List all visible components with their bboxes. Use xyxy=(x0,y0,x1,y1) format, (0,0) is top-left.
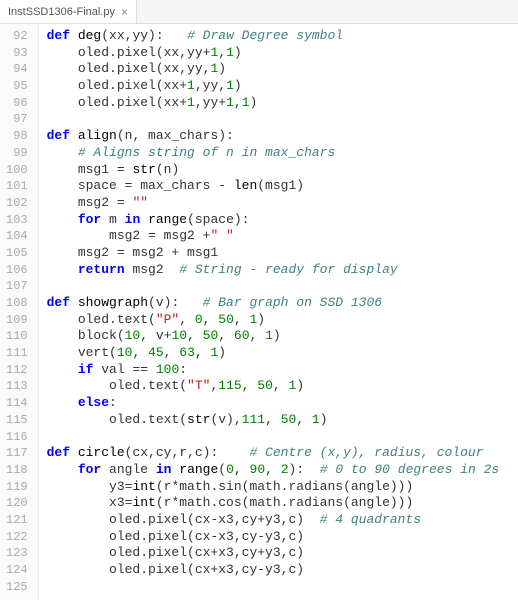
code-line[interactable]: for m in range(space): xyxy=(47,212,500,229)
line-number: 92 xyxy=(6,28,28,45)
line-number: 120 xyxy=(6,495,28,512)
line-number: 114 xyxy=(6,395,28,412)
line-number: 109 xyxy=(6,312,28,329)
line-number: 123 xyxy=(6,545,28,562)
code-line[interactable]: return msg2 # String - ready for display xyxy=(47,262,500,279)
line-number: 121 xyxy=(6,512,28,529)
code-line[interactable]: def showgraph(v): # Bar graph on SSD 130… xyxy=(47,295,500,312)
code-line[interactable]: for angle in range(0, 90, 2): # 0 to 90 … xyxy=(47,462,500,479)
code-line[interactable]: oled.pixel(xx,yy,1) xyxy=(47,61,500,78)
line-number: 117 xyxy=(6,445,28,462)
line-number: 104 xyxy=(6,228,28,245)
line-number: 111 xyxy=(6,345,28,362)
line-number: 115 xyxy=(6,412,28,429)
code-line[interactable] xyxy=(47,429,500,446)
code-line[interactable] xyxy=(47,579,500,596)
code-line[interactable]: def align(n, max_chars): xyxy=(47,128,500,145)
line-number: 99 xyxy=(6,145,28,162)
code-line[interactable]: # Aligns string of n in max_chars xyxy=(47,145,500,162)
line-number: 105 xyxy=(6,245,28,262)
line-number: 113 xyxy=(6,378,28,395)
line-number: 100 xyxy=(6,162,28,179)
line-number: 125 xyxy=(6,579,28,596)
code-line[interactable]: space = max_chars - len(msg1) xyxy=(47,178,500,195)
line-number: 118 xyxy=(6,462,28,479)
line-number-gutter: 9293949596979899100101102103104105106107… xyxy=(0,24,39,600)
line-number: 110 xyxy=(6,328,28,345)
code-line[interactable] xyxy=(47,111,500,128)
line-number: 93 xyxy=(6,45,28,62)
code-line[interactable]: oled.pixel(xx,yy+1,1) xyxy=(47,45,500,62)
line-number: 106 xyxy=(6,262,28,279)
code-line[interactable]: x3=int(r*math.cos(math.radians(angle))) xyxy=(47,495,500,512)
code-line[interactable]: oled.text(str(v),111, 50, 1) xyxy=(47,412,500,429)
code-line[interactable]: oled.pixel(cx+x3,cy-y3,c) xyxy=(47,562,500,579)
line-number: 96 xyxy=(6,95,28,112)
code-line[interactable]: y3=int(r*math.sin(math.radians(angle))) xyxy=(47,479,500,496)
code-line[interactable] xyxy=(47,278,500,295)
line-number: 103 xyxy=(6,212,28,229)
line-number: 124 xyxy=(6,562,28,579)
code-line[interactable]: msg2 = "" xyxy=(47,195,500,212)
line-number: 108 xyxy=(6,295,28,312)
code-line[interactable]: def circle(cx,cy,r,c): # Centre (x,y), r… xyxy=(47,445,500,462)
line-number: 119 xyxy=(6,479,28,496)
line-number: 101 xyxy=(6,178,28,195)
line-number: 112 xyxy=(6,362,28,379)
code-line[interactable]: if val == 100: xyxy=(47,362,500,379)
code-line[interactable]: oled.pixel(cx+x3,cy+y3,c) xyxy=(47,545,500,562)
code-line[interactable]: oled.pixel(cx-x3,cy+y3,c) # 4 quadrants xyxy=(47,512,500,529)
code-area[interactable]: def deg(xx,yy): # Draw Degree symbol ole… xyxy=(39,24,500,600)
code-line[interactable]: block(10, v+10, 50, 60, 1) xyxy=(47,328,500,345)
line-number: 97 xyxy=(6,111,28,128)
code-line[interactable]: oled.pixel(cx-x3,cy-y3,c) xyxy=(47,529,500,546)
code-line[interactable]: oled.text("P", 0, 50, 1) xyxy=(47,312,500,329)
line-number: 95 xyxy=(6,78,28,95)
code-line[interactable]: oled.text("T",115, 50, 1) xyxy=(47,378,500,395)
line-number: 102 xyxy=(6,195,28,212)
line-number: 122 xyxy=(6,529,28,546)
code-line[interactable]: msg2 = msg2 + msg1 xyxy=(47,245,500,262)
code-line[interactable]: vert(10, 45, 63, 1) xyxy=(47,345,500,362)
line-number: 94 xyxy=(6,61,28,78)
code-line[interactable]: msg2 = msg2 +" " xyxy=(47,228,500,245)
code-line[interactable]: else: xyxy=(47,395,500,412)
close-icon[interactable]: × xyxy=(121,6,128,18)
line-number: 107 xyxy=(6,278,28,295)
code-line[interactable]: oled.pixel(xx+1,yy+1,1) xyxy=(47,95,500,112)
line-number: 116 xyxy=(6,429,28,446)
code-line[interactable]: msg1 = str(n) xyxy=(47,162,500,179)
code-editor[interactable]: 9293949596979899100101102103104105106107… xyxy=(0,24,518,600)
file-tab[interactable]: InstSSD1306-Final.py × xyxy=(0,0,137,23)
tab-bar: InstSSD1306-Final.py × xyxy=(0,0,518,24)
code-line[interactable]: oled.pixel(xx+1,yy,1) xyxy=(47,78,500,95)
line-number: 98 xyxy=(6,128,28,145)
tab-filename: InstSSD1306-Final.py xyxy=(8,6,115,18)
code-line[interactable]: def deg(xx,yy): # Draw Degree symbol xyxy=(47,28,500,45)
